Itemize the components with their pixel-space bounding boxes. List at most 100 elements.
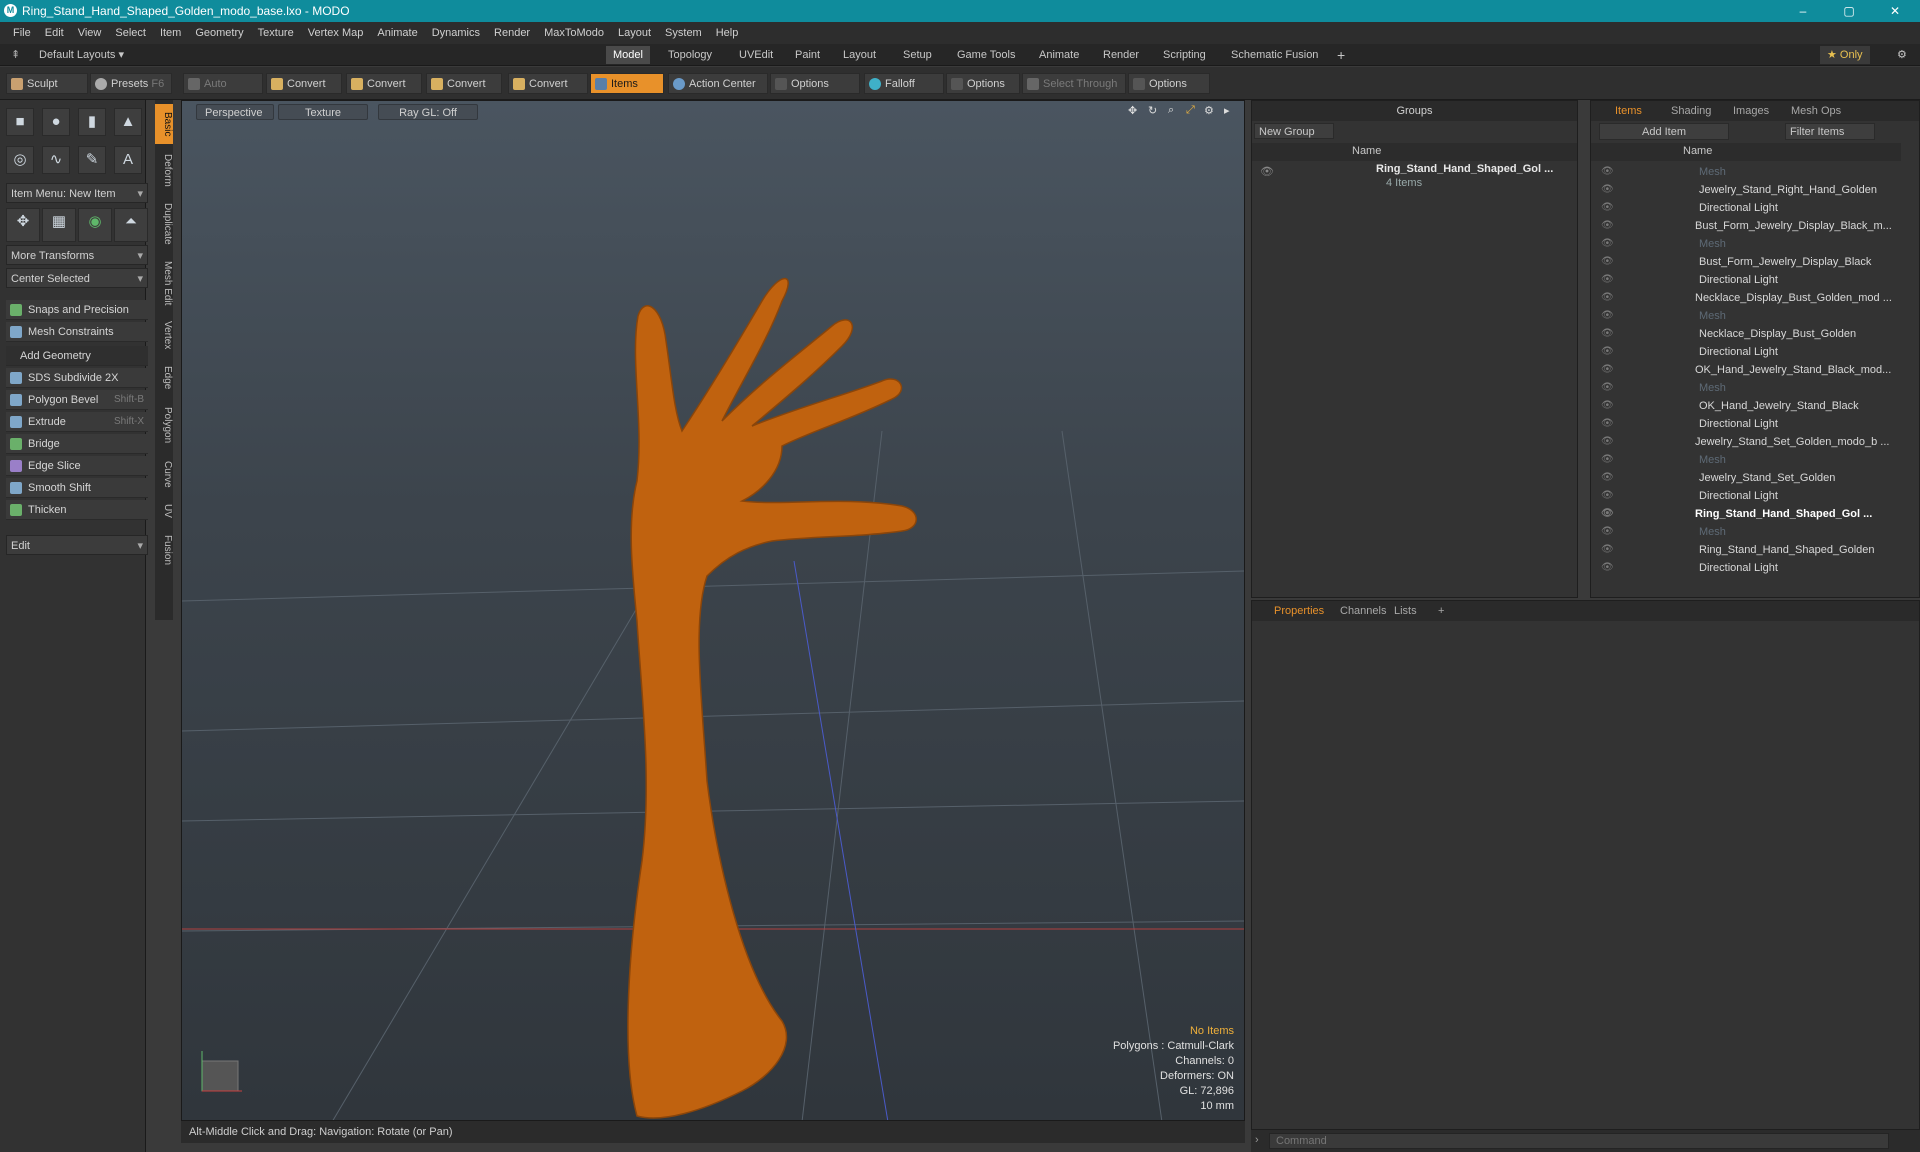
item-row[interactable]: 👁 Directional Light	[1591, 415, 1901, 433]
auto-select-button[interactable]: Auto Select	[183, 73, 263, 111]
item-row[interactable]: 👁 Mesh	[1591, 379, 1901, 397]
visibility-eye-icon[interactable]: 👁	[1601, 487, 1614, 505]
menu-vertex-map[interactable]: Vertex Map	[308, 27, 364, 39]
items-mode-button[interactable]: Items	[590, 73, 664, 94]
only-toggle[interactable]: ★ Only	[1820, 46, 1870, 64]
item-row[interactable]: 👁 Jewelry_Stand_Right_Hand_Golden	[1591, 181, 1901, 199]
default-layouts-dropdown[interactable]: Default Layouts ▾	[32, 46, 131, 64]
tab-uv[interactable]: UV	[155, 498, 173, 524]
tab-mesh-edit[interactable]: Mesh Edit	[155, 256, 173, 310]
item-row[interactable]: 👁 Necklace_Display_Bust_Golden	[1591, 325, 1901, 343]
convert-edges-button[interactable]: Convert	[346, 73, 422, 94]
add-item-button[interactable]: Add Item	[1599, 123, 1729, 140]
raygl-toggle[interactable]: Ray GL: Off	[378, 104, 478, 120]
maximize-button[interactable]: ▢	[1826, 0, 1872, 22]
visibility-eye-icon[interactable]: 👁	[1601, 397, 1614, 415]
tab-vertex[interactable]: Vertex	[155, 314, 173, 356]
tab-shading[interactable]: Shading	[1665, 101, 1717, 121]
visibility-eye-icon[interactable]: 👁	[1601, 163, 1614, 181]
tab-game-tools[interactable]: Game Tools	[950, 46, 1023, 64]
viewport-settings-icon[interactable]: ⚙	[1204, 104, 1214, 117]
action-center-options-button[interactable]: Options	[770, 73, 860, 94]
mesh-constraints-button[interactable]: Mesh Constraints	[6, 322, 148, 342]
visibility-eye-icon[interactable]: 👁	[1601, 541, 1614, 559]
item-row[interactable]: 👁 Mesh	[1591, 451, 1901, 469]
3d-viewport[interactable]: Perspective Texture Ray GL: Off ✥ ↻ ⌕ ⤢ …	[181, 100, 1245, 1121]
menu-edit[interactable]: Edit	[45, 27, 64, 39]
item-menu-dropdown[interactable]: Item Menu: New Item	[6, 183, 148, 204]
action-center-button[interactable]: Action Center	[668, 73, 768, 94]
item-row[interactable]: 👁 Ring_Stand_Hand_Shaped_Golden	[1591, 541, 1901, 559]
pan-icon[interactable]: ✥	[1128, 104, 1137, 117]
torus-primitive-icon[interactable]: ◎	[6, 146, 34, 174]
thicken-button[interactable]: Thicken	[6, 500, 148, 520]
taper-icon[interactable]: ⏶	[114, 208, 148, 242]
item-row[interactable]: 👁 Directional Light	[1591, 559, 1901, 577]
visibility-eye-icon[interactable]: 👁	[1601, 253, 1614, 271]
falloff-options-button[interactable]: Options	[946, 73, 1020, 94]
item-row[interactable]: 👁 Directional Light	[1591, 487, 1901, 505]
perspective-dropdown[interactable]: Perspective	[196, 104, 274, 120]
tab-curve[interactable]: Curve	[155, 454, 173, 494]
zoom-icon[interactable]: ⌕	[1168, 104, 1174, 117]
filter-items-input[interactable]: Filter Items	[1785, 123, 1875, 140]
menu-maxtomodo[interactable]: MaxToModo	[544, 27, 604, 39]
add-layout-tab-icon[interactable]: +	[1330, 46, 1352, 64]
tab-items[interactable]: Items	[1609, 101, 1648, 121]
tab-mesh-ops[interactable]: Mesh Ops	[1785, 101, 1847, 121]
cylinder-primitive-icon[interactable]: ▮	[78, 108, 106, 136]
visibility-eye-icon[interactable]: 👁	[1601, 307, 1614, 325]
visibility-eye-icon[interactable]: 👁	[1601, 343, 1614, 361]
fit-icon[interactable]: ⤢	[1186, 104, 1195, 117]
visibility-eye-icon[interactable]: 👁	[1601, 379, 1614, 397]
sculpt-button[interactable]: Sculpt	[6, 73, 88, 94]
menu-system[interactable]: System	[665, 27, 702, 39]
add-geometry-header[interactable]: Add Geometry	[6, 346, 148, 366]
texture-dropdown[interactable]: Texture	[278, 104, 368, 120]
visibility-eye-icon[interactable]: 👁	[1601, 505, 1614, 523]
menu-view[interactable]: View	[78, 27, 102, 39]
tab-layout[interactable]: Layout	[836, 46, 883, 64]
command-input[interactable]	[1269, 1133, 1889, 1149]
item-row[interactable]: 👁 OK_Hand_Jewelry_Stand_Black_mod...	[1591, 361, 1901, 379]
menu-dynamics[interactable]: Dynamics	[432, 27, 480, 39]
minimize-button[interactable]: –	[1780, 0, 1826, 22]
menu-file[interactable]: File	[13, 27, 31, 39]
tab-lists[interactable]: Lists	[1388, 601, 1423, 621]
tab-basic[interactable]: Basic	[155, 104, 173, 144]
item-row[interactable]: 👁 Jewelry_Stand_Set_Golden_modo_b ...	[1591, 433, 1901, 451]
menu-item[interactable]: Item	[160, 27, 181, 39]
item-row[interactable]: 👁 Necklace_Display_Bust_Golden_mod ...	[1591, 289, 1901, 307]
text-tool-icon[interactable]: A	[114, 146, 142, 174]
pen-tool-icon[interactable]: ✎	[78, 146, 106, 174]
group-item-name[interactable]: Ring_Stand_Hand_Shaped_Gol ...	[1376, 163, 1553, 175]
tab-fusion[interactable]: Fusion	[155, 528, 173, 572]
bridge-button[interactable]: Bridge	[6, 434, 148, 454]
visibility-eye-icon[interactable]: 👁	[1601, 361, 1614, 379]
visibility-eye-icon[interactable]: 👁	[1601, 325, 1614, 343]
smooth-shift-button[interactable]: Smooth Shift	[6, 478, 148, 498]
expand-arrow-icon[interactable]: ▸	[1224, 104, 1230, 117]
center-selected-dropdown[interactable]: Center Selected	[6, 268, 148, 289]
tab-properties[interactable]: Properties	[1268, 601, 1330, 621]
polygon-bevel-button[interactable]: Polygon Bevel Shift-B	[6, 390, 148, 410]
tab-polygon[interactable]: Polygon	[155, 400, 173, 450]
visibility-eye-icon[interactable]: 👁	[1601, 523, 1614, 541]
item-row[interactable]: 👁 Ring_Stand_Hand_Shaped_Gol ...	[1591, 505, 1901, 523]
menu-layout[interactable]: Layout	[618, 27, 651, 39]
convert-vertices-button[interactable]: Convert	[266, 73, 342, 94]
tab-model[interactable]: Model	[606, 46, 650, 64]
tab-animate[interactable]: Animate	[1032, 46, 1086, 64]
menu-animate[interactable]: Animate	[377, 27, 417, 39]
select-through-options-button[interactable]: Options	[1128, 73, 1210, 94]
visibility-eye-icon[interactable]: 👁	[1601, 235, 1614, 253]
more-transforms-dropdown[interactable]: More Transforms	[6, 245, 148, 266]
tab-render[interactable]: Render	[1096, 46, 1146, 64]
menu-geometry[interactable]: Geometry	[195, 27, 243, 39]
menu-texture[interactable]: Texture	[258, 27, 294, 39]
item-row[interactable]: 👁 Mesh	[1591, 163, 1901, 181]
item-row[interactable]: 👁 Directional Light	[1591, 343, 1901, 361]
globe-icon[interactable]: ◉	[78, 208, 112, 242]
convert-polygons-button[interactable]: Convert	[426, 73, 502, 94]
rotate-icon[interactable]: ↻	[1148, 104, 1157, 117]
